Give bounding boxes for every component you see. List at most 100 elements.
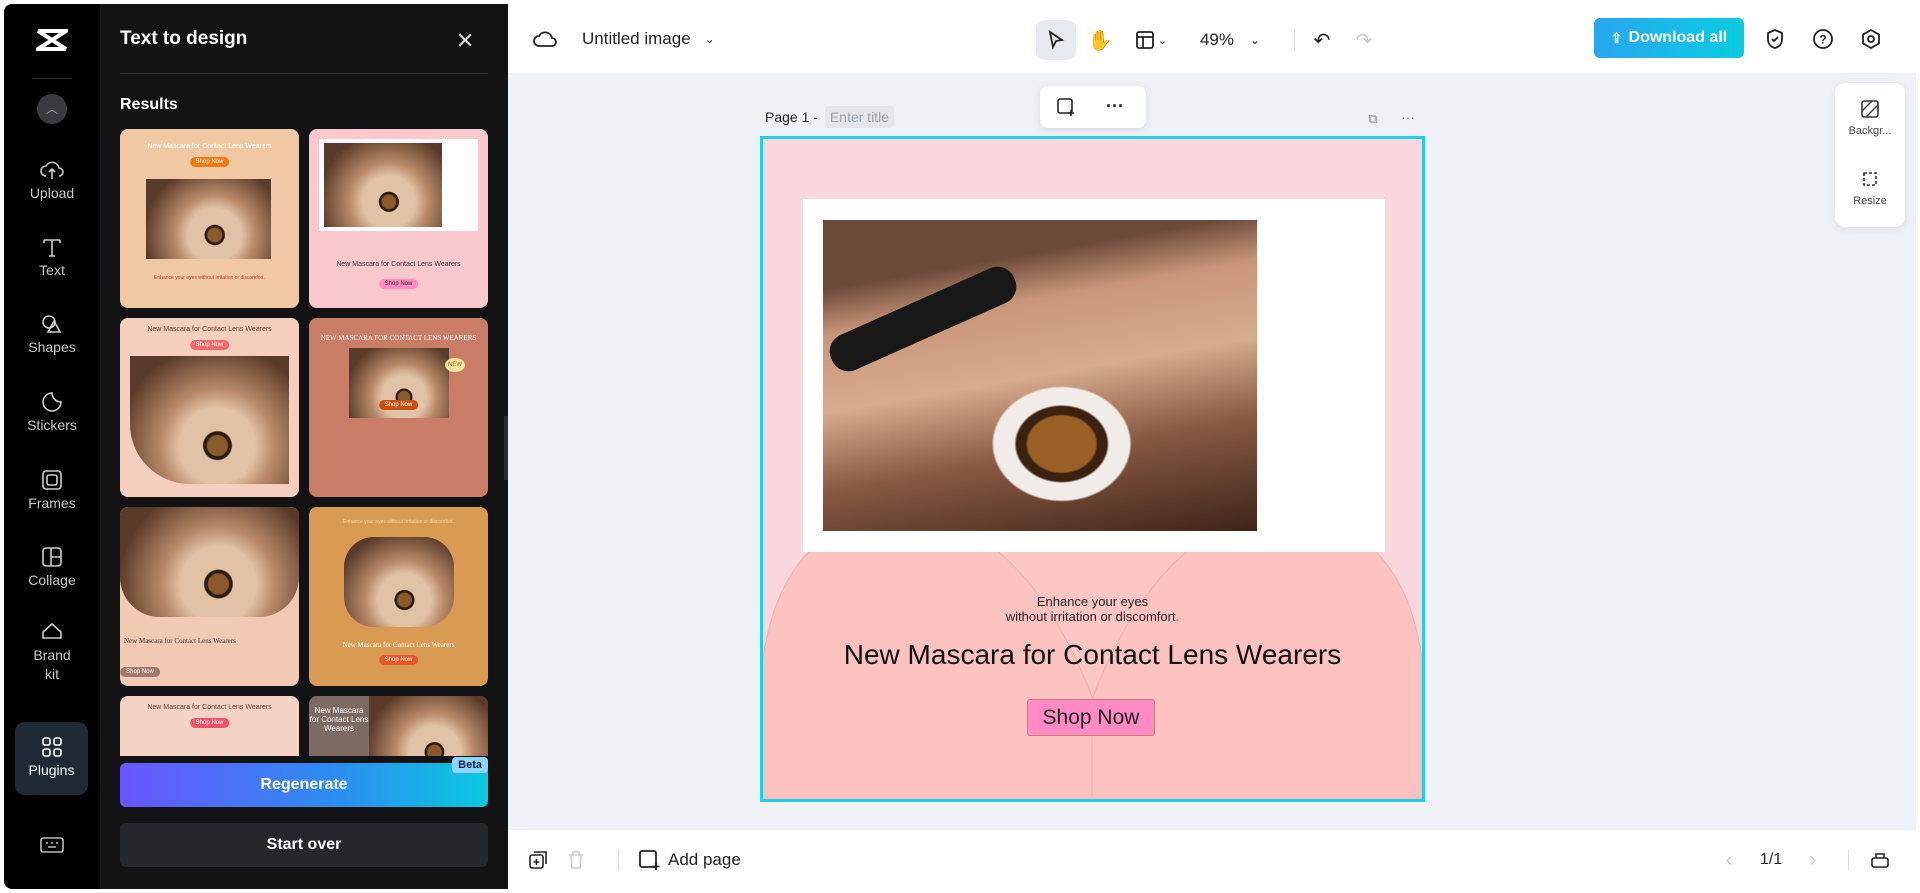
zoom-dropdown[interactable]: 49% ⌄ — [1192, 20, 1268, 60]
duplicate-page-icon[interactable]: ⧉ — [1364, 110, 1382, 128]
thumb-headline: New Mascara for Contact Lens Wearers — [342, 641, 455, 649]
mascara-eye-photo[interactable] — [823, 220, 1257, 531]
divider — [120, 73, 488, 74]
frame-icon — [42, 470, 62, 490]
page-label: Page 1 - Enter title — [765, 106, 894, 128]
sticker-icon — [42, 392, 62, 412]
redo-button[interactable]: ↷ — [1346, 20, 1382, 60]
undo-button[interactable]: ↶ — [1304, 20, 1340, 60]
rail-item-frames[interactable]: Frames — [4, 469, 100, 511]
shield-icon[interactable] — [1762, 26, 1788, 52]
rail-label: Frames — [28, 495, 76, 511]
thumb-button: Shop Now — [378, 655, 419, 665]
zoom-level: 49% — [1199, 30, 1234, 49]
upload-cloud-icon — [40, 161, 64, 179]
hand-tool-button[interactable]: ✋ — [1082, 20, 1118, 60]
design-canvas[interactable]: Enhance your eyes without irritation or … — [760, 136, 1425, 802]
start-over-button[interactable]: Start over — [120, 823, 488, 867]
rail-label: Collage — [28, 572, 76, 588]
thumb-headline: New Mascara for Contact Lens Wearers — [336, 261, 461, 268]
result-thumbnail[interactable]: NEW MASCARA FOR CONTACT LENS WEARERS NEW… — [309, 318, 488, 497]
shop-now-button[interactable]: Shop Now — [1027, 699, 1155, 736]
text-icon — [43, 239, 61, 257]
rail-item-shapes[interactable]: Shapes — [4, 313, 100, 355]
add-page-icon — [639, 850, 660, 870]
keyboard-shortcuts-button[interactable] — [40, 836, 64, 859]
expand-pages-icon[interactable] — [1868, 848, 1892, 872]
background-tool[interactable]: Backgr... — [1835, 99, 1905, 137]
rail-label: Text — [39, 262, 65, 278]
trash-icon — [569, 851, 583, 869]
subtitle-line: without irritation or discomfort. — [1005, 609, 1180, 624]
document-title[interactable]: Untitled image ⌄ — [582, 26, 715, 52]
chevron-down-icon: ⌄ — [704, 32, 715, 46]
page-more-icon[interactable]: ··· — [1398, 108, 1418, 126]
left-rail: ︿ Upload Text Shapes Stickers Frames Col… — [4, 4, 100, 889]
add-page-label: Add page — [668, 850, 741, 869]
thumb-headline: New Mascara for Contact Lens Wearers — [309, 706, 369, 733]
next-page-button[interactable]: › — [1802, 848, 1824, 872]
right-tools-panel: Backgr... Resize — [1835, 83, 1905, 227]
rail-label: Upload — [29, 185, 75, 201]
element-toolbar: ··· — [1040, 86, 1146, 128]
background-label: Backgr... — [1848, 125, 1892, 137]
mascara-wand — [823, 260, 1023, 378]
duplicate-icon — [529, 851, 547, 869]
regenerate-label: Regenerate — [260, 776, 348, 793]
rail-item-text[interactable]: Text — [4, 236, 100, 278]
delete-page-button[interactable] — [564, 848, 588, 872]
thumb-sub: Enhance your eyes without irritation or … — [154, 275, 265, 281]
page-number: Page 1 - — [765, 109, 818, 125]
thumb-headline: New Mascara for Contact Lens Wearers — [124, 637, 236, 645]
result-thumbnail[interactable]: Enhance your eyes without irritation or … — [309, 507, 488, 686]
more-options-icon[interactable]: ··· — [1100, 94, 1130, 118]
rail-item-brand-kit[interactable]: Brand kit — [4, 620, 100, 684]
help-icon[interactable]: ? — [1810, 26, 1836, 52]
bottom-bar: Add page ‹ 1/1 › — [508, 829, 1916, 889]
settings-icon[interactable] — [1858, 26, 1884, 52]
previous-page-button[interactable]: ‹ — [1718, 848, 1740, 872]
download-label: Download all — [1628, 29, 1728, 46]
result-thumbnail[interactable]: New Mascara for Contact Lens Wearers Sho… — [120, 696, 299, 756]
results-grid: New Mascara for Contact Lens Wearers Sho… — [120, 129, 488, 756]
add-image-icon[interactable] — [1054, 96, 1078, 118]
resize-label: Resize — [1853, 195, 1887, 207]
rail-item-upload[interactable]: Upload — [4, 159, 100, 201]
chevron-down-icon: ⌄ — [1249, 33, 1261, 47]
share-upload-icon: ⇪ — [1610, 29, 1623, 46]
collapse-button[interactable]: ︿ — [37, 94, 67, 124]
add-page-button[interactable]: Add page — [638, 846, 741, 874]
resize-tool[interactable]: Resize — [1835, 169, 1905, 207]
design-subtitle[interactable]: Enhance your eyes without irritation or … — [763, 594, 1422, 624]
beta-badge: Beta — [452, 757, 488, 773]
rail-item-stickers[interactable]: Stickers — [4, 391, 100, 433]
result-thumbnail[interactable]: New Mascara for Contact Lens Wearers Sho… — [309, 129, 488, 308]
thumb-headline: NEW MASCARA FOR CONTACT LENS WEARERS — [320, 334, 477, 342]
design-headline[interactable]: New Mascara for Contact Lens Wearers — [763, 639, 1422, 671]
result-thumbnail[interactable]: New Mascara for Contact Lens Wearers Sho… — [120, 507, 299, 686]
layout-dropdown[interactable]: ⌄ — [1128, 20, 1174, 60]
thumb-button: Shop Now — [120, 667, 160, 677]
brand-kit-icon — [42, 622, 62, 639]
rail-label: Shapes — [28, 339, 76, 355]
rail-item-collage[interactable]: Collage — [4, 546, 100, 588]
capcut-logo[interactable] — [31, 28, 73, 52]
result-thumbnail[interactable]: New Mascara for Contact Lens Wearers Sho… — [120, 129, 299, 308]
cursor-icon — [1048, 30, 1065, 50]
layout-icon — [1135, 31, 1154, 49]
close-icon[interactable]: ✕ — [456, 28, 474, 54]
result-thumbnail[interactable]: New Mascara for Contact Lens Wearers — [309, 696, 488, 756]
rail-label: Brand kit — [33, 647, 71, 682]
cloud-save-icon[interactable] — [532, 26, 558, 52]
thumb-button: Shop Now — [189, 157, 230, 167]
download-all-button[interactable]: ⇪ Download all — [1594, 18, 1744, 58]
background-icon — [1861, 100, 1879, 118]
page-counter: 1/1 — [1759, 851, 1783, 868]
select-tool-button[interactable] — [1036, 20, 1076, 60]
rail-item-plugins[interactable]: Plugins — [15, 722, 88, 795]
regenerate-button[interactable]: Regenerate Beta — [120, 757, 488, 807]
duplicate-page-button[interactable] — [526, 848, 550, 872]
result-thumbnail[interactable]: New Mascara for Contact Lens Wearers Sho… — [120, 318, 299, 497]
svg-text:?: ? — [1819, 33, 1826, 47]
page-title-input[interactable]: Enter title — [824, 106, 894, 128]
